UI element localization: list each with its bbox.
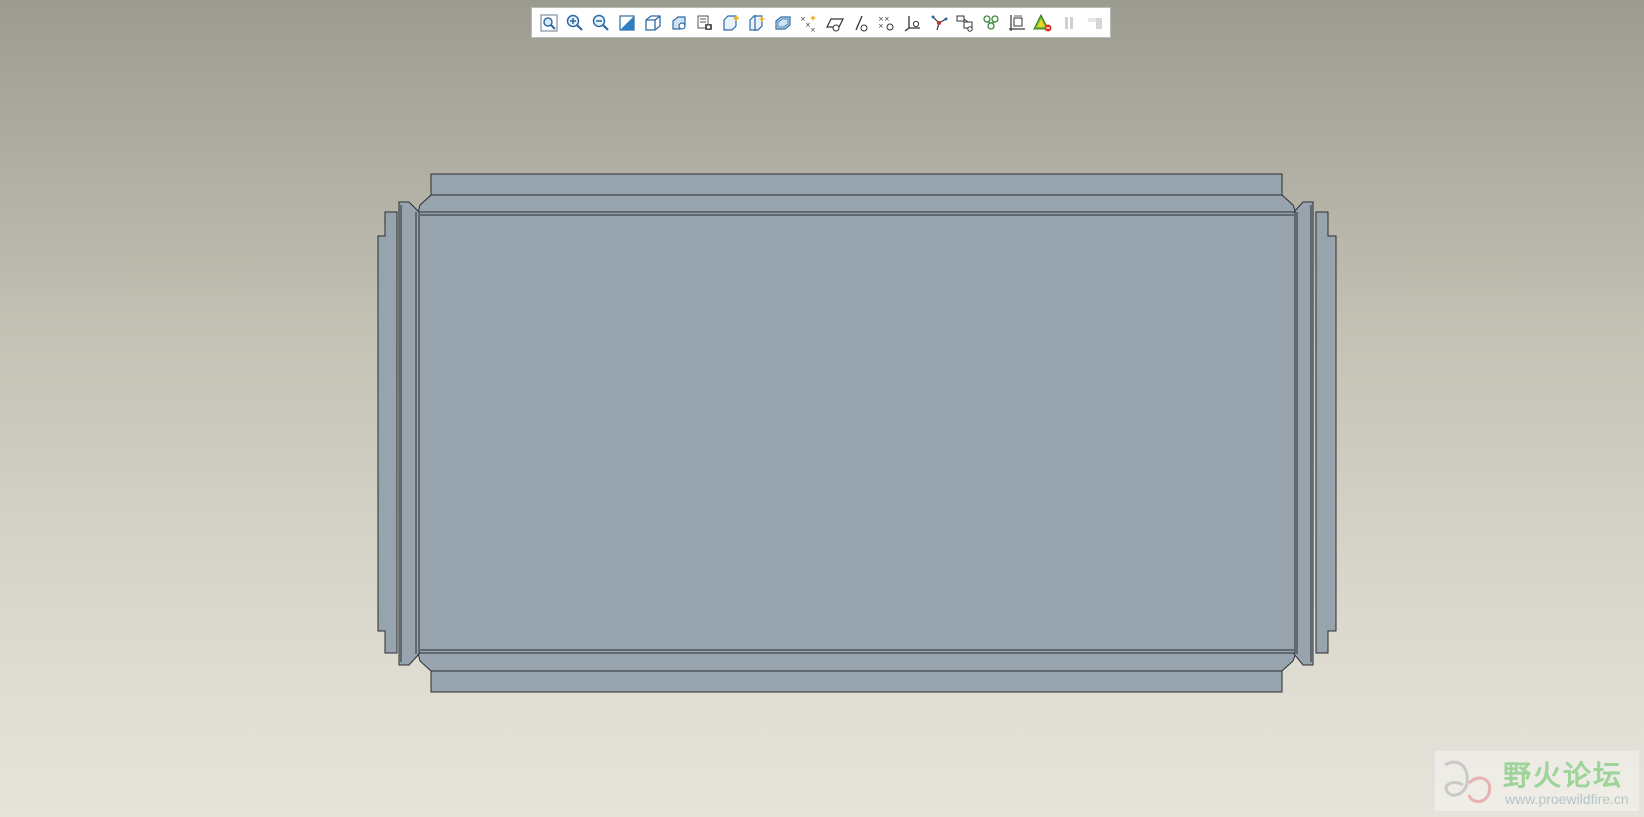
graphics-viewport[interactable]: × × × ×× × 野火论坛 www.proewildfire.cn	[0, 0, 1644, 817]
left-outer-flange[interactable]	[377, 211, 398, 654]
watermark-title: 野火论坛	[1503, 759, 1624, 792]
bottom-outer-flange[interactable]	[417, 652, 1297, 693]
butterfly-logo-icon	[1444, 760, 1492, 803]
right-outer-flange[interactable]	[1315, 211, 1337, 654]
top-outer-flange[interactable]	[417, 173, 1297, 214]
watermark-url: www.proewildfire.cn	[1505, 791, 1629, 807]
base-panel[interactable]	[418, 211, 1296, 654]
sheet-metal-flat-pattern[interactable]	[0, 0, 1644, 817]
forum-watermark: 野火论坛 www.proewildfire.cn	[1434, 750, 1640, 812]
